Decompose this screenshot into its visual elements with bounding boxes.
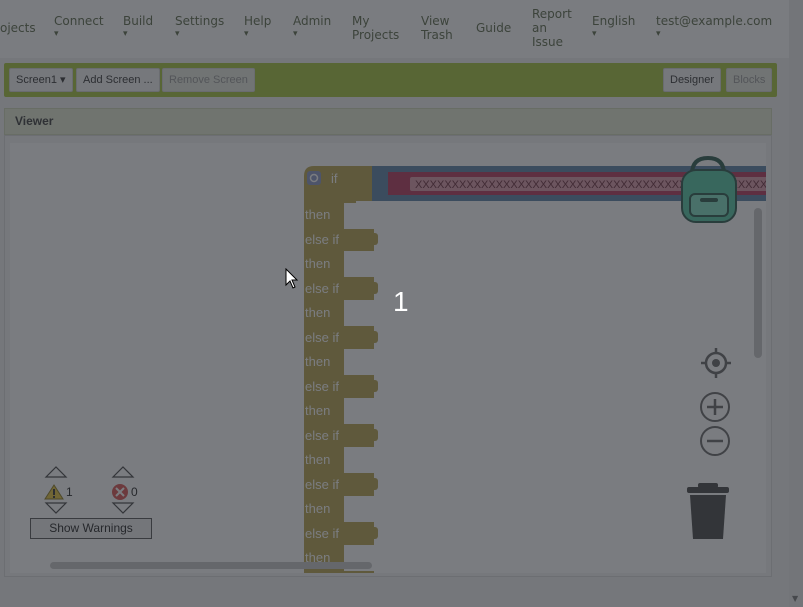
chevron-down-icon: ▾ <box>656 29 661 39</box>
error-next-arrow-icon[interactable] <box>111 501 135 515</box>
row-label: else if <box>305 281 339 296</box>
chevron-down-icon: ▾ <box>592 29 597 39</box>
blocks-button[interactable]: Blocks <box>726 68 773 92</box>
row-label: else if <box>305 232 339 247</box>
row-label: else if <box>305 477 339 492</box>
scroll-down-arrow-icon[interactable]: ▼ <box>792 594 798 603</box>
row-label: else if <box>305 330 339 345</box>
page-vertical-scrollbar[interactable]: ▼ <box>789 0 803 607</box>
warning-count: 1 <box>66 485 73 499</box>
nav-my-projects[interactable]: My Projects <box>352 14 402 42</box>
project-toolbar: Screen1 ▾ Add Screen ... Remove Screen D… <box>4 63 777 97</box>
error-icon <box>112 484 128 500</box>
error-count: 0 <box>131 485 138 499</box>
warning-prev-arrow-icon[interactable] <box>44 465 68 479</box>
designer-button[interactable]: Designer <box>663 68 722 92</box>
nav-report-issue[interactable]: Report an Issue <box>532 7 574 49</box>
viewer-header: Viewer <box>4 108 772 135</box>
show-warnings-button[interactable]: Show Warnings <box>30 518 152 539</box>
nav-admin[interactable]: Admin ▾ <box>293 14 331 39</box>
backpack-icon[interactable] <box>674 154 744 226</box>
zoom-out-icon[interactable] <box>699 425 731 457</box>
top-navigation: ojects Connect ▾ Build ▾ Settings ▾ Help ▾ A… <box>0 0 803 58</box>
nav-settings[interactable]: Settings ▾ <box>175 14 224 39</box>
nav-account[interactable]: test@example.com ▾ <box>656 14 772 39</box>
row-label: else if <box>305 379 339 394</box>
gear-icon[interactable] <box>307 171 321 185</box>
if-label: if <box>331 171 338 186</box>
nav-guide[interactable]: Guide <box>476 21 511 35</box>
error-prev-arrow-icon[interactable] <box>111 465 135 479</box>
trash-icon[interactable] <box>686 483 730 541</box>
warning-icon <box>44 484 64 500</box>
row-label: then <box>305 256 330 271</box>
chevron-down-icon: ▾ <box>175 29 180 39</box>
add-screen-button[interactable]: Add Screen ... <box>76 68 160 92</box>
remove-screen-button[interactable]: Remove Screen <box>162 68 255 92</box>
row-label: then <box>305 403 330 418</box>
row-label: then <box>305 305 330 320</box>
nav-language[interactable]: English ▾ <box>592 14 635 39</box>
chevron-down-icon: ▾ <box>293 29 298 39</box>
row-label: then <box>305 354 330 369</box>
row-label: then <box>305 452 330 467</box>
row-label: then <box>305 501 330 516</box>
workspace-vertical-scrollbar[interactable] <box>754 208 762 358</box>
nav-view-trash[interactable]: View Trash <box>421 14 461 42</box>
nav-connect[interactable]: Connect ▾ <box>54 14 104 39</box>
nav-build[interactable]: Build ▾ <box>123 14 153 39</box>
nav-help[interactable]: Help ▾ <box>244 14 271 39</box>
chevron-down-icon: ▾ <box>123 29 128 39</box>
row-label: else if <box>305 428 339 443</box>
zoom-in-icon[interactable] <box>699 391 731 423</box>
row-label: else if <box>305 526 339 541</box>
row-label: then <box>305 207 330 222</box>
warning-next-arrow-icon[interactable] <box>44 501 68 515</box>
chevron-down-icon: ▾ <box>244 29 249 39</box>
workspace-horizontal-scrollbar[interactable] <box>50 562 372 569</box>
mouse-cursor-icon <box>285 268 299 289</box>
screen-select[interactable]: Screen1 ▾ <box>9 68 73 92</box>
page-number-indicator: 1 <box>393 286 409 317</box>
chevron-down-icon: ▾ <box>54 29 59 39</box>
center-target-icon[interactable] <box>700 347 732 379</box>
nav-projects[interactable]: ojects <box>0 21 36 35</box>
